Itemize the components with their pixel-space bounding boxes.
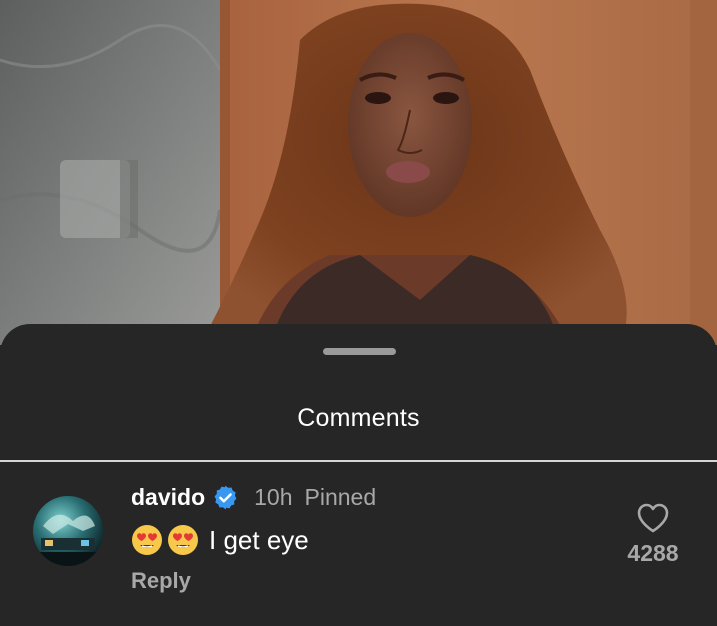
screen: Comments davido 10h Pinned I get eye Rep… <box>0 0 717 626</box>
heart-eyes-emoji <box>167 524 199 556</box>
avatar-image <box>33 496 103 566</box>
pinned-label: Pinned <box>304 483 377 510</box>
comment-header: davido 10h Pinned <box>131 482 376 512</box>
like-control: 4288 <box>618 502 688 567</box>
verified-badge-icon <box>212 484 239 511</box>
username[interactable]: davido <box>131 484 205 511</box>
heart-outline-icon[interactable] <box>636 502 670 534</box>
video-frame-image <box>0 0 717 345</box>
reply-button[interactable]: Reply <box>131 568 191 594</box>
sheet-title: Comments <box>297 404 420 432</box>
comment-body: I get eye <box>131 522 309 558</box>
like-count: 4288 <box>627 540 679 566</box>
video-background[interactable] <box>0 0 717 345</box>
comment-time: 10h <box>254 483 293 510</box>
comment-item: davido 10h Pinned I get eye Reply 4288 <box>0 462 717 626</box>
avatar[interactable] <box>33 496 103 566</box>
comment-text: I get eye <box>209 524 309 555</box>
drag-handle[interactable] <box>323 348 396 355</box>
heart-eyes-emoji <box>131 524 163 556</box>
comments-sheet: Comments davido 10h Pinned I get eye Rep… <box>0 324 717 626</box>
